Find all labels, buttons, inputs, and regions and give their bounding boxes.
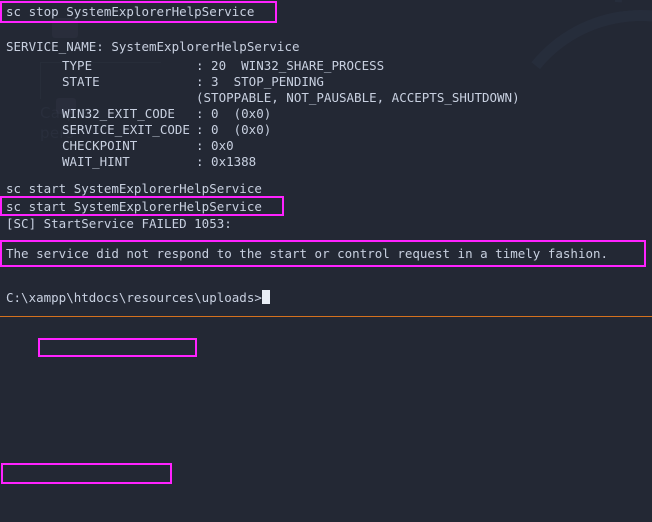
cmd-sc-start-echo: sc start SystemExplorerHelpService (6, 181, 262, 196)
field-value-state-flags: (STOPPABLE, NOT_PAUSABLE, ACCEPTS_SHUTDO… (196, 90, 520, 105)
field-value-win32-exit-code: : 0 (0x0) (196, 106, 272, 121)
field-label-win32-exit-code: WIN32_EXIT_CODE (62, 106, 175, 121)
start-failure-message: The service did not respond to the start… (6, 246, 609, 261)
cmd-sc-stop: sc stop SystemExplorerHelpService (6, 4, 255, 19)
field-value-service-exit-code: : 0 (0x0) (196, 122, 272, 137)
kali-terminal-pane[interactable]: (jch㊞jch)-[~/THM/Wreath/exploit] $ rlwra… (0, 317, 652, 522)
field-label-service-exit-code: SERVICE_EXIT_CODE (62, 122, 190, 137)
field-label-wait-hint: WAIT_HINT (62, 154, 130, 169)
field-label-state: STATE (62, 74, 100, 89)
field-value-state: : 3 STOP_PENDING (196, 74, 324, 89)
field-value-checkpoint: : 0x0 (196, 138, 234, 153)
field-value-type: : 20 WIN32_SHARE_PROCESS (196, 58, 385, 73)
start-failure-code: [SC] StartService FAILED 1053: (6, 216, 232, 231)
pane-divider (0, 316, 652, 317)
service-name-line: SERVICE_NAME: SystemExplorerHelpService (6, 39, 300, 54)
cmd-sc-start: sc start SystemExplorerHelpService (6, 199, 262, 214)
terminal-screenshot: Carpeta pers sc stop SystemExplorerHelpS… (0, 0, 652, 522)
cmd-prompt[interactable]: C:\xampp\htdocs\resources\uploads> (6, 290, 270, 306)
field-value-wait-hint: : 0x1388 (196, 154, 257, 169)
field-label-checkpoint: CHECKPOINT (62, 138, 138, 153)
windows-cmd-pane[interactable]: sc stop SystemExplorerHelpService SERVIC… (0, 0, 652, 316)
cmd-prompt-text: C:\xampp\htdocs\resources\uploads> (6, 290, 262, 305)
text-cursor (261, 290, 270, 304)
field-label-type: TYPE (62, 58, 93, 73)
